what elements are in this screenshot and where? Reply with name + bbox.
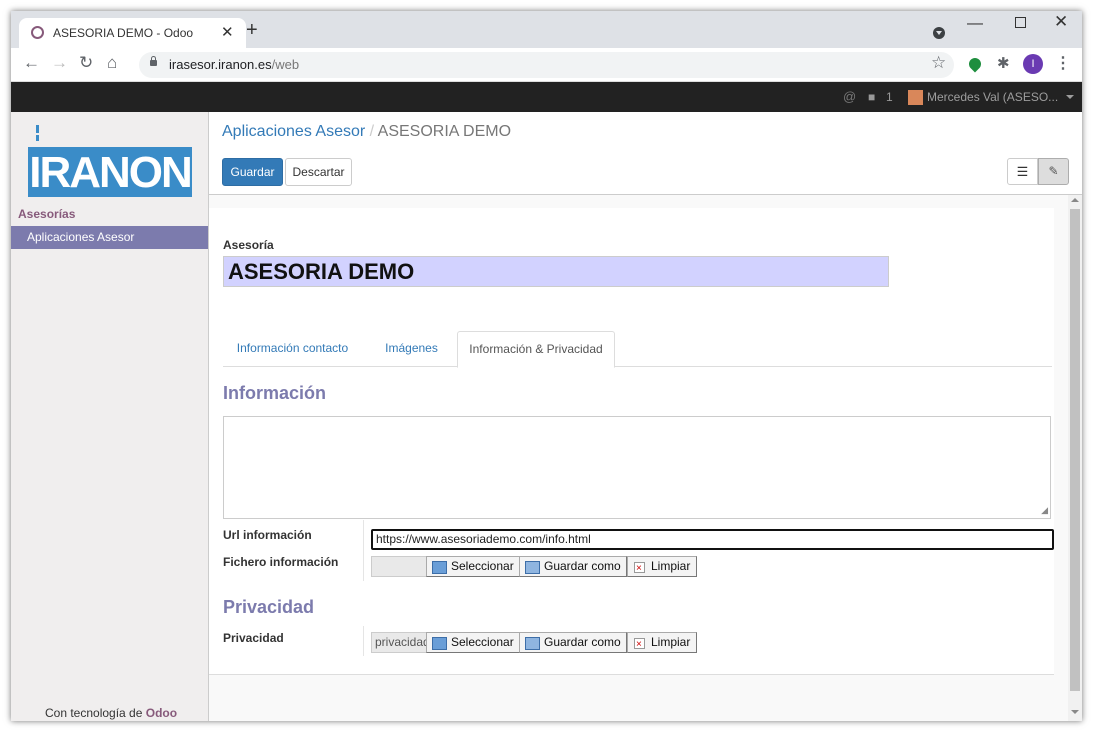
- user-avatar[interactable]: [908, 90, 923, 105]
- section-title-informacion: Información: [223, 383, 327, 403]
- url-label: Url información: [223, 528, 312, 542]
- save-icon: [525, 561, 540, 574]
- user-menu[interactable]: Mercedes Val (ASESO...: [927, 90, 1058, 104]
- clear-label: Limpiar: [651, 635, 691, 649]
- browser-tab[interactable]: ASESORIA DEMO - Odoo ✕: [19, 18, 246, 48]
- file-label: Fichero información: [223, 555, 339, 569]
- lock-icon: [150, 56, 157, 66]
- tab-strip: ASESORIA DEMO - Odoo ✕ + — ✕: [11, 11, 1082, 48]
- reload-icon[interactable]: ↻: [79, 54, 93, 72]
- powered-by-odoo-link[interactable]: Odoo: [146, 706, 177, 720]
- privacy-file-name-field: privacidad: [371, 632, 430, 653]
- chat-icon[interactable]: ■: [868, 90, 875, 104]
- name-label: Asesoría: [223, 238, 274, 252]
- tab-informacion-privacidad[interactable]: Información & Privacidad: [457, 331, 615, 368]
- odoo-top-bar: @ ■ 1 Mercedes Val (ASESO...: [11, 82, 1082, 112]
- forward-icon[interactable]: →: [51, 54, 68, 72]
- iranon-logo: IRANON: [28, 125, 192, 197]
- privacy-select-file-button[interactable]: Seleccionar: [426, 632, 520, 653]
- folder-icon: [432, 561, 447, 574]
- sidebar: IRANON Asesorías Aplicaciones Asesor Con…: [11, 112, 209, 721]
- save-as-label: Guardar como: [544, 635, 621, 649]
- browser-window: ASESORIA DEMO - Odoo ✕ + — ✕ ← → ↻ ⌂ ira…: [11, 11, 1082, 721]
- name-field[interactable]: ASESORIA DEMO: [223, 256, 889, 287]
- profile-avatar[interactable]: I: [1023, 54, 1043, 74]
- user-menu-caret-icon[interactable]: [1066, 95, 1074, 99]
- save-icon: [525, 637, 540, 650]
- discard-button[interactable]: Descartar: [285, 158, 352, 186]
- breadcrumb-current: ASESORIA DEMO: [377, 123, 512, 140]
- url-path: /web: [271, 57, 300, 72]
- tab-close-icon[interactable]: ✕: [221, 23, 234, 41]
- mentions-icon[interactable]: @: [843, 89, 856, 104]
- section-title-privacidad: Privacidad: [223, 597, 315, 617]
- browser-menu-icon[interactable]: ⋮: [1055, 53, 1071, 73]
- resize-handle-icon[interactable]: ◢: [1041, 505, 1048, 516]
- sidebar-item-aplicaciones-asesor[interactable]: Aplicaciones Asesor: [11, 226, 208, 249]
- maximize-icon[interactable]: [1015, 17, 1026, 28]
- privacy-clear-button[interactable]: Limpiar: [627, 632, 697, 654]
- extension-green-icon[interactable]: [966, 55, 984, 73]
- tab-informacion-contacto[interactable]: Información contacto: [223, 331, 362, 366]
- informacion-textarea[interactable]: ◢: [223, 416, 1051, 519]
- breadcrumb-parent[interactable]: Aplicaciones Asesor: [222, 123, 365, 140]
- form-tabs: Información contacto Imágenes Informació…: [223, 331, 1052, 368]
- back-icon[interactable]: ←: [23, 54, 40, 72]
- breadcrumb: Aplicaciones Asesor / ASESORIA DEMO: [222, 123, 511, 141]
- privacy-save-as-button[interactable]: Guardar como: [519, 632, 627, 653]
- field-separator: [363, 520, 364, 581]
- save-as-label: Guardar como: [544, 559, 621, 573]
- save-button[interactable]: Guardar: [222, 158, 283, 186]
- url-host: irasesor.iranon.es: [169, 57, 272, 72]
- address-bar[interactable]: irasesor.iranon.es/web ☆: [139, 52, 954, 78]
- powered-by: Con tecnología de Odoo: [45, 706, 177, 720]
- tab-search-icon[interactable]: [933, 27, 945, 39]
- select-label: Seleccionar: [451, 635, 514, 649]
- scrollbar-thumb[interactable]: [1070, 209, 1080, 691]
- minimize-icon[interactable]: —: [967, 15, 983, 33]
- url-input[interactable]: https://www.asesoriademo.com/info.html: [371, 529, 1054, 550]
- field-separator: [363, 626, 364, 656]
- sidebar-item-label: Aplicaciones Asesor: [27, 230, 135, 244]
- scroll-up-icon[interactable]: [1071, 198, 1079, 202]
- form-view-icon[interactable]: ✎: [1038, 158, 1069, 185]
- odoo-favicon-icon: [31, 26, 44, 39]
- bookmark-star-icon[interactable]: ☆: [931, 53, 946, 73]
- tab-imagenes[interactable]: Imágenes: [364, 331, 459, 366]
- new-tab-icon[interactable]: +: [246, 20, 258, 40]
- select-file-button[interactable]: Seleccionar: [426, 556, 520, 577]
- tab-title: ASESORIA DEMO - Odoo: [53, 26, 194, 40]
- breadcrumb-separator: /: [369, 123, 375, 140]
- clear-icon: [634, 635, 645, 654]
- sidebar-section-asesorias: Asesorías: [18, 207, 76, 221]
- window-close-icon[interactable]: ✕: [1054, 12, 1068, 32]
- list-view-icon[interactable]: ☰: [1007, 158, 1038, 185]
- url-text: irasesor.iranon.es/web: [169, 57, 299, 72]
- select-label: Seleccionar: [451, 559, 514, 573]
- browser-toolbar: ← → ↻ ⌂ irasesor.iranon.es/web ☆ ✱ I ⋮: [11, 48, 1082, 82]
- file-name-field: [371, 556, 430, 577]
- clear-label: Limpiar: [651, 559, 691, 573]
- save-as-button[interactable]: Guardar como: [519, 556, 627, 577]
- folder-icon: [432, 637, 447, 650]
- clear-button[interactable]: Limpiar: [627, 556, 697, 578]
- logo-text: IRANON: [29, 148, 191, 197]
- chat-count[interactable]: 1: [886, 90, 893, 104]
- clear-icon: [634, 559, 645, 578]
- powered-by-text: Con tecnología de: [45, 706, 143, 720]
- scroll-down-icon[interactable]: [1071, 710, 1079, 714]
- privacy-label: Privacidad: [223, 631, 284, 645]
- home-icon[interactable]: ⌂: [107, 54, 117, 72]
- extensions-puzzle-icon[interactable]: ✱: [997, 54, 1010, 72]
